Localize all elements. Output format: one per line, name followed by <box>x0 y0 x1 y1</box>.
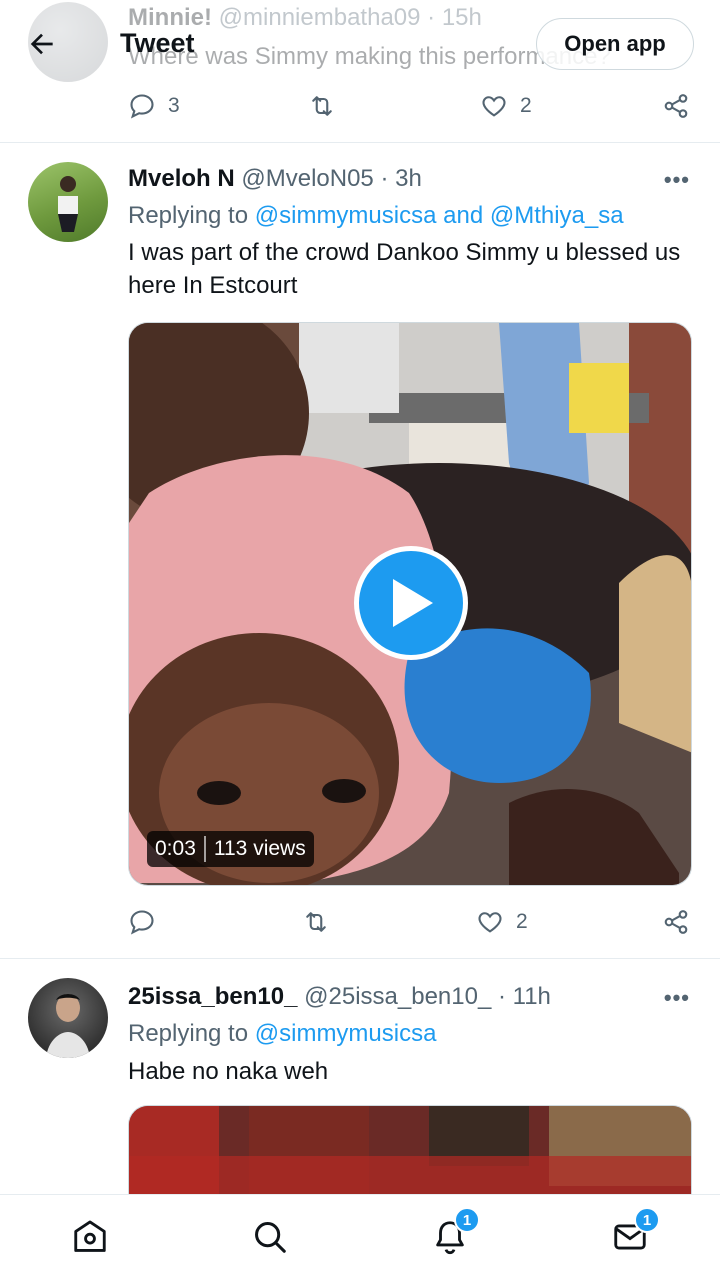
mention-link[interactable]: @Mthiya_sa <box>490 202 624 229</box>
tweet-actions: 2 <box>128 902 694 942</box>
tweet-meta: Mveloh N @MveloN05 · 3h <box>128 165 422 193</box>
video-views: 113 views <box>213 837 306 860</box>
play-button[interactable] <box>354 546 468 660</box>
display-name[interactable]: 25issa_ben10_ <box>128 983 297 1010</box>
like-count: 2 <box>520 94 532 117</box>
bottom-navigation: 1 1 <box>0 1194 720 1280</box>
reply-icon <box>130 910 154 935</box>
tweet-text: I was part of the crowd Dankoo Simmy u b… <box>128 239 681 299</box>
notification-badge: 1 <box>454 1207 480 1233</box>
video-player[interactable] <box>128 1105 692 1194</box>
home-icon <box>74 1220 106 1252</box>
replying-to: Replying to @simmymusicsa and @Mthiya_sa <box>128 202 624 230</box>
messages-badge: 1 <box>634 1207 660 1233</box>
like-button[interactable]: 2 <box>476 902 528 942</box>
top-header: Tweet Open app <box>0 0 720 88</box>
avatar-person-icon <box>58 176 78 232</box>
replying-and[interactable]: and <box>443 202 483 229</box>
timestamp: · 11h <box>497 983 551 1010</box>
back-arrow-icon[interactable] <box>26 28 58 60</box>
nav-notifications[interactable]: 1 <box>428 1207 480 1259</box>
tweet-issa[interactable]: 25issa_ben10_ @25issa_ben10_ · 11h ••• R… <box>0 959 720 1194</box>
video-info-badge: 0:03 113 views <box>147 831 314 867</box>
share-icon <box>664 910 688 934</box>
reply-count: 3 <box>168 94 180 117</box>
like-button[interactable]: 2 <box>480 86 532 126</box>
retweet-icon <box>312 96 332 116</box>
search-icon <box>255 1222 286 1253</box>
page-title: Tweet <box>120 28 195 58</box>
handle[interactable]: @MveloN05 <box>241 165 373 192</box>
mention-link[interactable]: @simmymusicsa <box>255 202 437 229</box>
avatar-person-icon <box>46 994 90 1058</box>
nav-search[interactable] <box>248 1215 292 1259</box>
replying-prefix: Replying to <box>128 202 249 229</box>
tweet-text: Habe no naka weh <box>128 1058 329 1085</box>
like-count: 2 <box>516 910 528 933</box>
replying-prefix: Replying to <box>128 1020 249 1047</box>
replying-to: Replying to @simmymusicsa <box>128 1020 436 1048</box>
tweet-mveloh[interactable]: Mveloh N @MveloN05 · 3h ••• Replying to … <box>0 143 720 958</box>
avatar[interactable] <box>28 162 108 242</box>
display-name[interactable]: Mveloh N <box>128 165 235 192</box>
video-player[interactable]: 0:03 113 views <box>128 322 692 886</box>
retweet-button[interactable] <box>302 902 330 942</box>
timestamp: · 3h <box>380 165 422 192</box>
handle[interactable]: @25issa_ben10_ <box>304 983 491 1010</box>
heart-icon <box>478 912 502 933</box>
more-options-icon[interactable]: ••• <box>664 985 690 1011</box>
nav-home[interactable] <box>68 1215 112 1259</box>
retweet-icon <box>306 912 326 932</box>
share-button[interactable] <box>662 902 690 942</box>
reply-button[interactable]: 3 <box>128 86 180 126</box>
heart-icon <box>482 96 506 117</box>
video-thumbnail <box>129 1106 691 1194</box>
reply-button[interactable] <box>128 902 168 942</box>
tweet-meta: 25issa_ben10_ @25issa_ben10_ · 11h <box>128 983 551 1011</box>
retweet-button[interactable] <box>308 86 336 126</box>
more-options-icon[interactable]: ••• <box>664 167 690 193</box>
share-icon <box>664 94 688 118</box>
play-icon <box>393 579 433 627</box>
open-app-button[interactable]: Open app <box>536 18 694 70</box>
nav-messages[interactable]: 1 <box>608 1207 660 1259</box>
avatar[interactable] <box>28 978 108 1058</box>
tweet-actions: 3 2 <box>128 86 694 126</box>
reply-icon <box>130 94 154 119</box>
mention-link[interactable]: @simmymusicsa <box>255 1020 437 1047</box>
share-button[interactable] <box>662 86 690 126</box>
video-duration: 0:03 <box>155 837 196 860</box>
